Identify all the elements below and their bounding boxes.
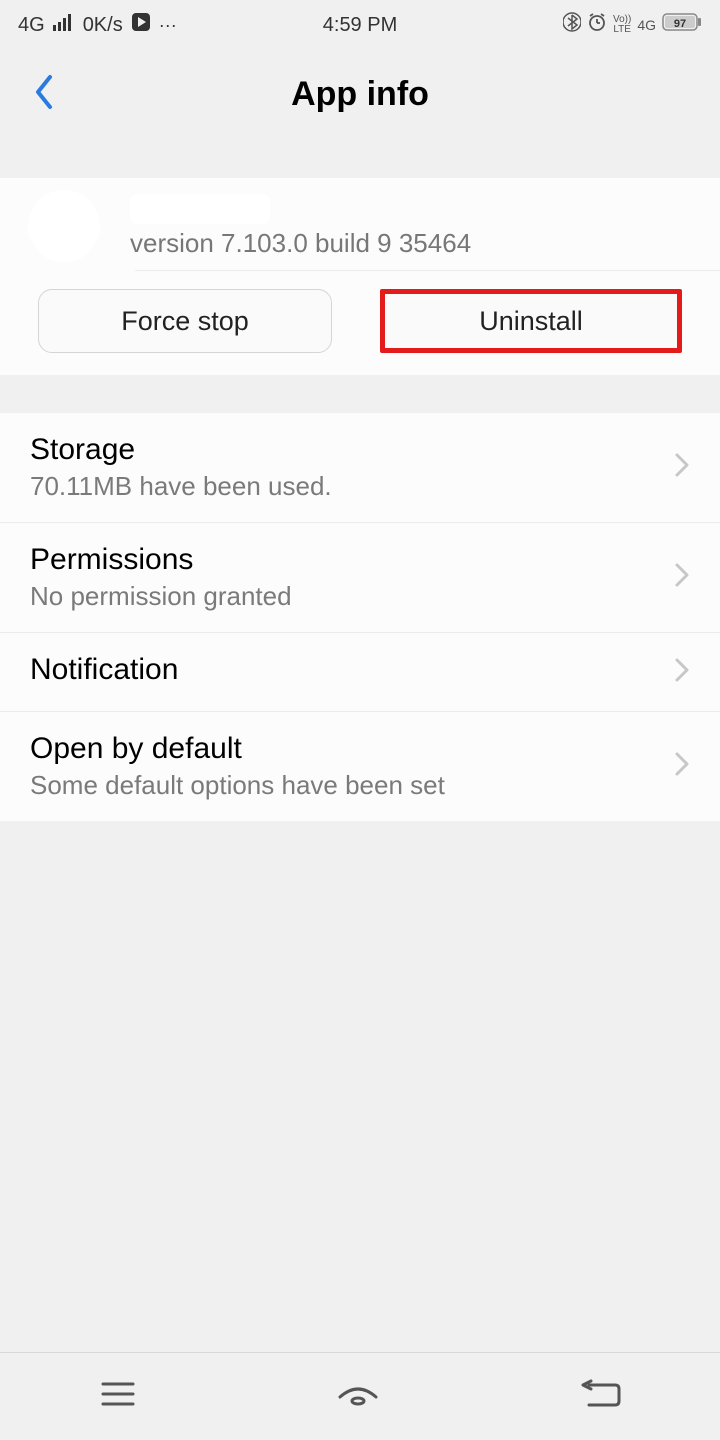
- settings-list: Storage 70.11MB have been used. Permissi…: [0, 413, 720, 821]
- network-type: 4G: [18, 14, 45, 37]
- status-left: 4G 0K/s ···: [18, 12, 177, 38]
- action-buttons: Force stop Uninstall: [0, 271, 720, 375]
- item-subtitle: No permission granted: [30, 581, 674, 612]
- app-icon: [28, 190, 100, 262]
- status-bar: 4G 0K/s ··· 4:59 PM Vo)) LTE 4G 97: [0, 0, 720, 50]
- nav-bar: [0, 1352, 720, 1440]
- uninstall-button[interactable]: Uninstall: [380, 289, 682, 353]
- item-title: Storage: [30, 433, 674, 467]
- clock: 4:59 PM: [323, 14, 397, 37]
- notification-item[interactable]: Notification: [0, 633, 720, 712]
- svg-text:97: 97: [674, 18, 686, 30]
- bluetooth-icon: [563, 12, 581, 38]
- recents-button[interactable]: [99, 1379, 137, 1414]
- home-button[interactable]: [336, 1379, 380, 1414]
- chevron-right-icon: [674, 656, 690, 689]
- item-title: Permissions: [30, 543, 674, 577]
- alarm-icon: [587, 12, 607, 38]
- app-header: version 7.103.0 build 9 35464: [0, 178, 720, 270]
- item-title: Notification: [30, 653, 674, 687]
- force-stop-button[interactable]: Force stop: [38, 289, 332, 353]
- item-subtitle: 70.11MB have been used.: [30, 471, 674, 502]
- header: App info: [0, 50, 720, 138]
- app-meta: version 7.103.0 build 9 35464: [130, 194, 692, 259]
- open-by-default-item[interactable]: Open by default Some default options hav…: [0, 712, 720, 821]
- chevron-right-icon: [674, 451, 690, 484]
- play-icon: [131, 12, 151, 38]
- app-version: version 7.103.0 build 9 35464: [130, 228, 692, 259]
- storage-item[interactable]: Storage 70.11MB have been used.: [0, 413, 720, 523]
- item-title: Open by default: [30, 732, 674, 766]
- data-speed: 0K/s: [83, 14, 123, 37]
- permissions-item[interactable]: Permissions No permission granted: [0, 523, 720, 633]
- chevron-right-icon: [674, 561, 690, 594]
- chevron-right-icon: [674, 750, 690, 783]
- battery-icon: 97: [662, 12, 702, 38]
- back-nav-button[interactable]: [579, 1379, 621, 1414]
- volte-icon: Vo)) LTE: [613, 15, 631, 35]
- back-button[interactable]: [32, 73, 54, 116]
- app-card: version 7.103.0 build 9 35464 Force stop…: [0, 178, 720, 375]
- more-icon: ···: [159, 15, 177, 36]
- app-name: [130, 194, 270, 224]
- signal-icon: [53, 13, 75, 37]
- status-right: Vo)) LTE 4G 97: [563, 12, 702, 38]
- network-4g-icon: 4G: [637, 17, 656, 33]
- item-subtitle: Some default options have been set: [30, 770, 674, 801]
- page-title: App info: [291, 75, 429, 114]
